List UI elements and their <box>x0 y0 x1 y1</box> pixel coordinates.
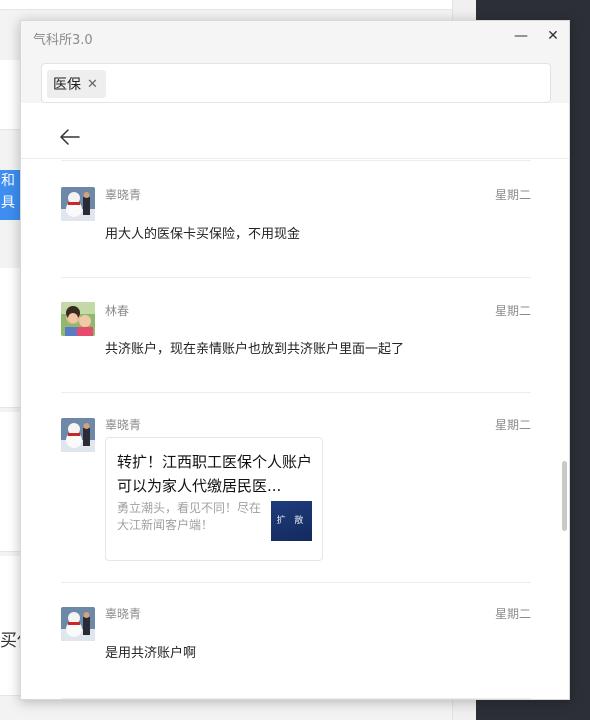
snowman-avatar <box>61 418 95 452</box>
title-bar: 气科所3.0 — ✕ <box>21 21 569 53</box>
message-item[interactable]: 辜晓青 星期二 是用共济账户啊 <box>61 582 531 699</box>
list-divider <box>61 698 531 699</box>
sender-name: 辜晓青 <box>105 607 142 621</box>
message-text: 共济账户，现在亲情账户也放到共济账户里面一起了 <box>105 342 405 357</box>
message-time: 星期二 <box>494 607 531 621</box>
search-input[interactable]: 医保 ✕ <box>41 63 551 103</box>
link-card-description: 勇立潮头，看见不同！尽在大江新闻客户端！ <box>117 501 262 532</box>
message-item[interactable]: 辜晓青 星期二 用大人的医保卡买保险，不用现金 <box>61 160 531 277</box>
link-card[interactable]: 转扩！江西职工医保个人账户可以为家人代缴居民医... 勇立潮头，看见不同！尽在大… <box>105 437 323 561</box>
snowman-avatar <box>61 607 95 641</box>
background-highlight: 和 具 <box>0 170 20 220</box>
link-card-thumbnail: 扩 散 <box>271 501 312 541</box>
navigation-bar <box>21 103 569 159</box>
close-button[interactable]: ✕ <box>541 25 565 47</box>
sender-name: 林春 <box>105 304 130 318</box>
minimize-button[interactable]: — <box>509 25 533 47</box>
sender-name: 辜晓青 <box>105 418 142 432</box>
link-card-title: 转扩！江西职工医保个人账户可以为家人代缴居民医... <box>117 453 313 495</box>
window-title: 气科所3.0 <box>33 33 93 48</box>
message-text: 是用共济账户啊 <box>105 646 197 661</box>
snowman-avatar <box>61 187 95 221</box>
message-time: 星期二 <box>494 188 531 202</box>
sender-name: 辜晓青 <box>105 188 142 202</box>
scrollbar-thumb[interactable] <box>562 461 567 531</box>
family-photo-avatar <box>61 302 95 336</box>
message-time: 星期二 <box>494 304 531 318</box>
message-time: 星期二 <box>494 418 531 432</box>
background-card <box>0 0 452 10</box>
search-tag-label: 医保 <box>53 77 81 93</box>
message-item[interactable]: 林春 星期二 共济账户，现在亲情账户也放到共济账户里面一起了 <box>61 277 531 392</box>
search-tag-chip[interactable]: 医保 ✕ <box>47 70 106 98</box>
back-arrow-icon[interactable] <box>59 127 81 147</box>
message-results-list[interactable]: 辜晓青 星期二 用大人的医保卡买保险，不用现金 林春 星期二 共济账户，现在亲情… <box>21 160 569 699</box>
message-item[interactable]: 辜晓青 星期二 转扩！江西职工医保个人账户可以为家人代缴居民医... 勇立潮头，… <box>61 392 531 582</box>
message-text: 用大人的医保卡买保险，不用现金 <box>105 227 301 242</box>
search-window: 气科所3.0 — ✕ 医保 ✕ 辜晓青 星期二 用大人的医保卡买保险，不用现金 … <box>20 20 570 700</box>
remove-tag-icon[interactable]: ✕ <box>87 77 98 92</box>
